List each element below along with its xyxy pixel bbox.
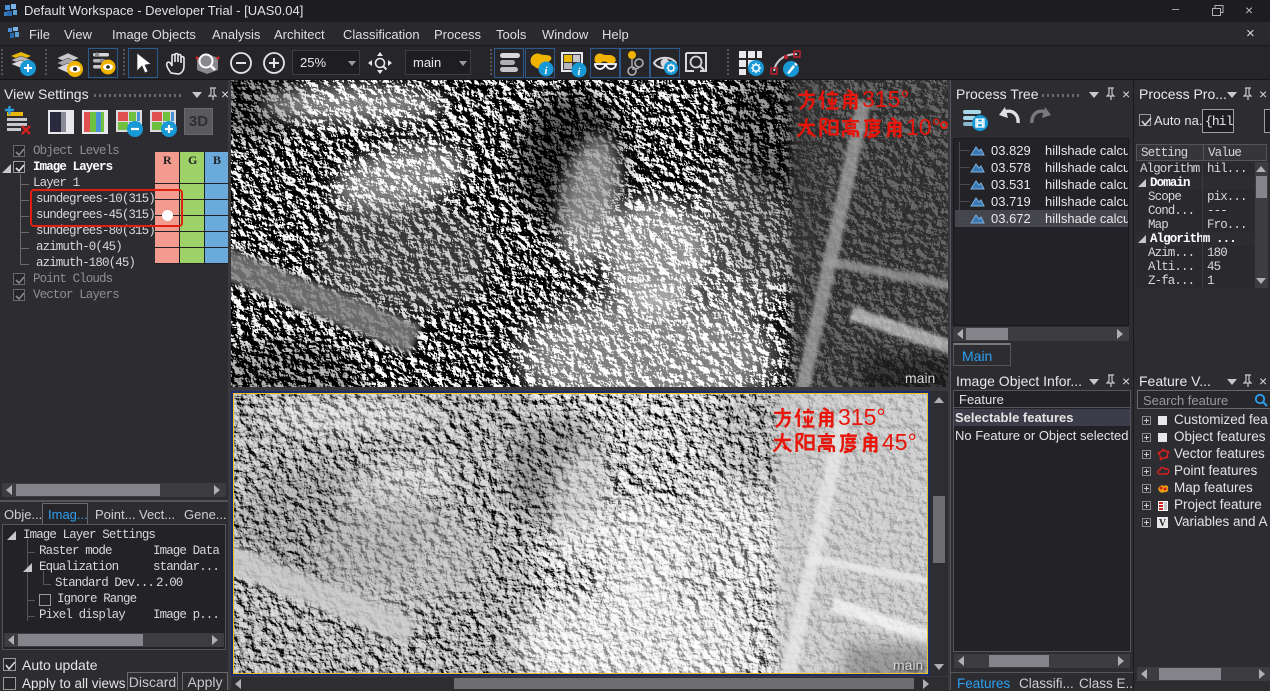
svg-text:45°: 45° [882,432,917,455]
svg-text:V: V [1159,518,1167,529]
svg-text:315°: 315° [838,407,886,430]
svg-text:315°: 315° [862,89,910,112]
svg-text:10°: 10° [906,117,941,140]
